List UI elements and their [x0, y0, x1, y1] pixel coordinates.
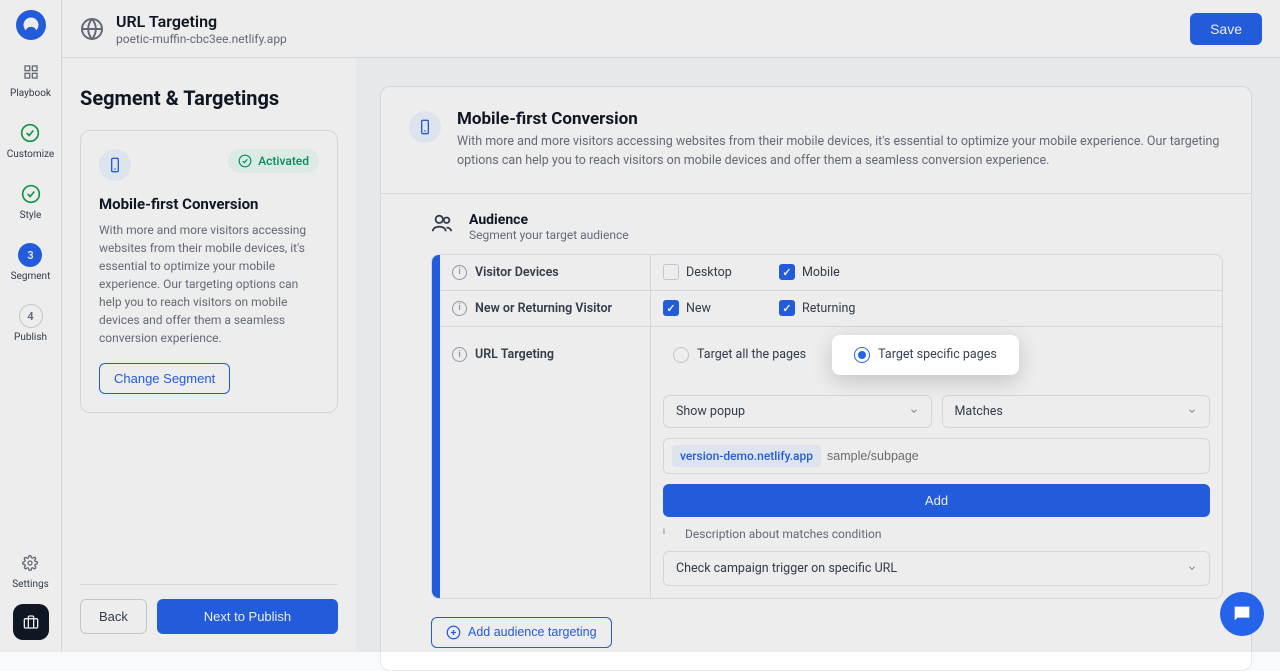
- nav-item-customize[interactable]: Customize: [7, 121, 54, 160]
- page-title: URL Targeting: [116, 12, 287, 31]
- url-input-row: version-demo.netlify.app: [663, 438, 1210, 474]
- badge-label: Activated: [258, 154, 309, 168]
- save-button[interactable]: Save: [1190, 13, 1262, 45]
- check-circle-icon: [238, 154, 252, 168]
- nav-item-publish[interactable]: 4 Publish: [14, 304, 47, 343]
- info-icon[interactable]: i: [452, 347, 467, 362]
- targeting-block: AND i Visitor Devices Desktop Mobile i New…: [431, 254, 1223, 599]
- add-targeting-button[interactable]: Add audience targeting: [431, 617, 612, 648]
- dashboard-icon: [19, 60, 43, 84]
- nav-item-playbook[interactable]: Playbook: [10, 60, 51, 99]
- nav-label: Segment: [11, 271, 51, 282]
- nav-item-settings[interactable]: Settings: [12, 551, 49, 590]
- main-desc: With more and more visitors accessing we…: [457, 133, 1223, 171]
- next-button[interactable]: Next to Publish: [157, 599, 338, 634]
- gear-icon: [18, 551, 42, 575]
- check-icon: [18, 121, 42, 145]
- header: URL Targeting poetic-muffin-cbc3ee.netli…: [62, 0, 1280, 58]
- audience-subtitle: Segment your target audience: [469, 228, 629, 242]
- check-icon: [19, 182, 43, 206]
- card-body: With more and more visitors accessing we…: [99, 221, 319, 347]
- radio-target-specific[interactable]: Target specific pages: [832, 335, 1019, 375]
- domain-chip: version-demo.netlify.app: [672, 445, 821, 467]
- nav-label: Customize: [7, 149, 54, 160]
- workspace-button[interactable]: [13, 604, 49, 640]
- select-action[interactable]: Show popup: [663, 395, 932, 428]
- segment-card: Activated Mobile-first Conversion With m…: [80, 130, 338, 413]
- info-icon[interactable]: i: [452, 265, 467, 280]
- main-title: Mobile-first Conversion: [457, 109, 1223, 129]
- step-number: 4: [27, 310, 33, 323]
- nav-label: Style: [20, 210, 42, 221]
- audience-icon: [431, 212, 453, 234]
- nav-item-segment[interactable]: 3 Segment: [11, 243, 51, 282]
- info-icon[interactable]: i: [663, 527, 677, 541]
- main-panel: Mobile-first Conversion With more and mo…: [380, 86, 1252, 671]
- nav-rail: Playbook Customize Style 3 Segment 4 Pub…: [0, 0, 62, 652]
- checkbox-returning[interactable]: Returning: [779, 300, 879, 316]
- mobile-icon: [99, 149, 131, 181]
- left-column: Segment & Targetings Activated Mobile-fi…: [62, 58, 356, 652]
- and-strip: [432, 255, 440, 598]
- nav-item-style[interactable]: Style: [19, 182, 43, 221]
- page-subtitle: poetic-muffin-cbc3ee.netlify.app: [116, 32, 287, 46]
- card-heading: Mobile-first Conversion: [99, 195, 319, 213]
- section-title: Segment & Targetings: [80, 86, 338, 110]
- select-condition[interactable]: Matches: [942, 395, 1211, 428]
- checkbox-new[interactable]: New: [663, 300, 763, 316]
- chat-button[interactable]: [1220, 592, 1264, 636]
- back-button[interactable]: Back: [80, 599, 147, 634]
- plus-circle-icon: [446, 625, 461, 640]
- checkbox-desktop[interactable]: Desktop: [663, 264, 763, 280]
- radio-target-all[interactable]: Target all the pages: [663, 341, 816, 369]
- mobile-icon: [409, 111, 441, 143]
- add-url-button[interactable]: Add: [663, 484, 1210, 517]
- chevron-down-icon: [909, 406, 919, 416]
- step-number: 3: [27, 249, 33, 262]
- audience-title: Audience: [469, 212, 629, 228]
- change-segment-button[interactable]: Change Segment: [99, 363, 230, 394]
- chat-icon: [1231, 603, 1253, 625]
- nav-label: Settings: [12, 579, 49, 590]
- chevron-down-icon: [1187, 563, 1197, 573]
- check-trigger-expand[interactable]: Check campaign trigger on specific URL: [663, 551, 1210, 586]
- chevron-down-icon: [1187, 406, 1197, 416]
- and-label: AND: [445, 406, 456, 446]
- row-label-url: URL Targeting: [475, 347, 554, 362]
- info-icon[interactable]: i: [452, 301, 467, 316]
- condition-desc: Description about matches condition: [685, 527, 882, 541]
- nav-label: Playbook: [10, 88, 51, 99]
- app-logo[interactable]: [16, 10, 46, 40]
- briefcase-icon: [23, 614, 39, 630]
- nav-label: Publish: [14, 332, 47, 343]
- row-label-devices: Visitor Devices: [475, 265, 559, 280]
- checkbox-mobile[interactable]: Mobile: [779, 264, 879, 280]
- row-label-visitor: New or Returning Visitor: [475, 301, 612, 316]
- globe-icon: [80, 17, 104, 41]
- activated-badge: Activated: [228, 149, 319, 173]
- path-input[interactable]: [827, 449, 1201, 463]
